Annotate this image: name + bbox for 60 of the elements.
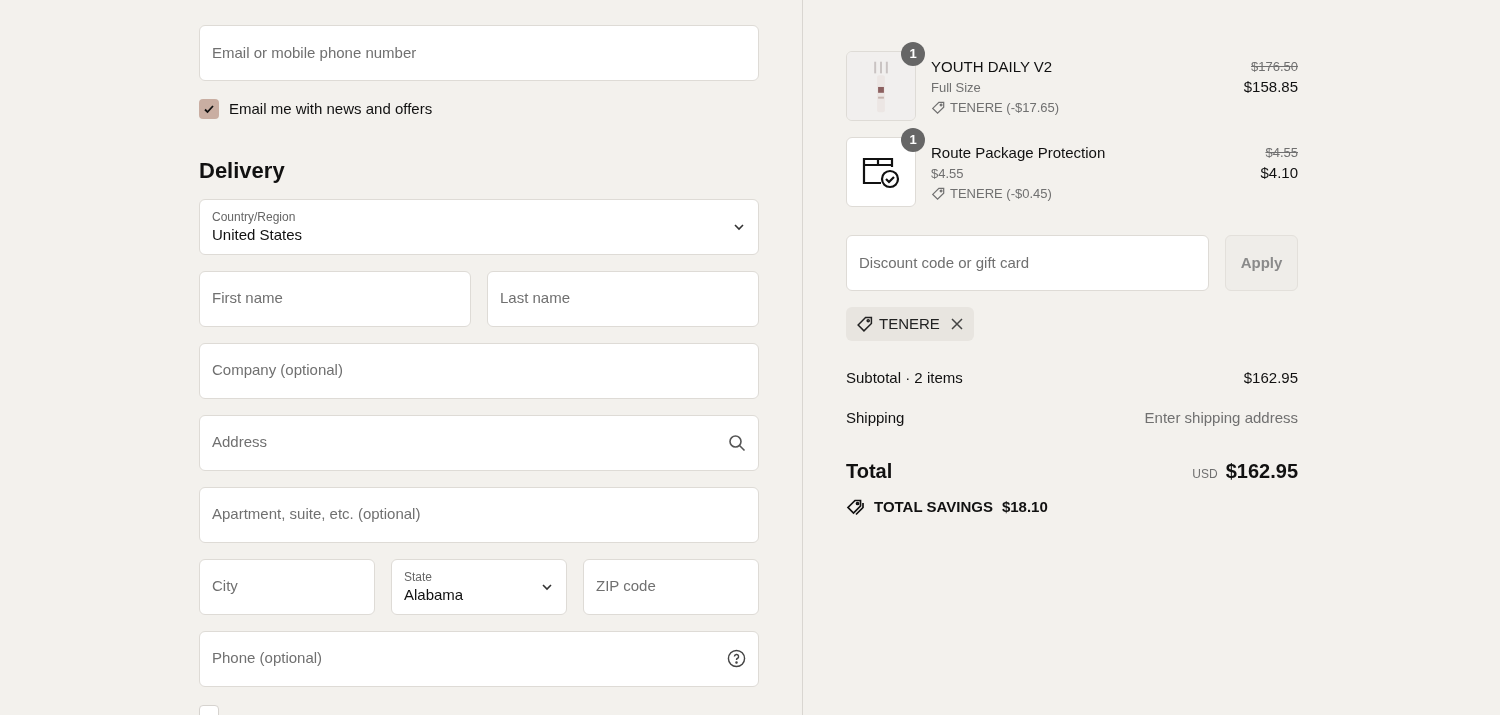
shipping-value: Enter shipping address [1144, 407, 1298, 428]
currency-code: USD [1192, 466, 1218, 483]
original-price: $176.50 [1251, 58, 1298, 76]
close-icon[interactable] [949, 317, 964, 331]
tag-icon [856, 315, 873, 333]
tag-icon [931, 187, 945, 201]
item-name: YOUTH DAILY V2 [931, 57, 1054, 77]
search-icon [728, 433, 746, 452]
checkbox-label: Email me with news and offers [229, 99, 433, 119]
item-name: Route Package Protection [931, 143, 1107, 163]
checkbox[interactable] [199, 99, 219, 120]
discount-code: TENERE [879, 313, 940, 334]
tag-icon [931, 101, 945, 115]
checkmark-icon [203, 103, 215, 116]
savings-value: $18.10 [1001, 497, 1048, 517]
item-price: $158.85 [1243, 77, 1298, 97]
quantity-badge: 1 [901, 42, 925, 66]
discount-label: TENERE (-$17.65) [950, 99, 1060, 117]
field-placeholder: Address [212, 432, 268, 453]
original-price: $4.55 [1265, 144, 1298, 162]
field-value: United States [212, 224, 303, 245]
input-field[interactable]: ZIP code [583, 558, 759, 615]
discount-label: TENERE (-$0.45) [950, 185, 1052, 203]
input-field[interactable]: First name [199, 270, 471, 327]
field-placeholder: First name [212, 288, 283, 309]
discount-field[interactable]: Discount code or gift card [846, 235, 1209, 291]
input-field[interactable]: Email or mobile phone number [199, 25, 759, 81]
field-placeholder: Discount code or gift card [859, 252, 1030, 273]
subtotal-label: Subtotal · 2 items [846, 368, 963, 388]
savings-label: TOTAL SAVINGS [874, 497, 993, 517]
subtotal-value: $162.95 [1243, 368, 1298, 388]
select-field[interactable]: State Alabama [391, 558, 567, 615]
total-value: $162.95 [1225, 459, 1298, 484]
input-field[interactable]: Last name [487, 270, 759, 327]
input-field[interactable]: City [199, 558, 375, 615]
field-placeholder: ZIP code [596, 576, 656, 597]
field-placeholder: Apartment, suite, etc. (optional) [212, 504, 421, 525]
shipping-label: Shipping [846, 407, 905, 428]
section-heading: Delivery [199, 156, 286, 185]
select-field[interactable]: Country/Region United States [199, 198, 759, 255]
field-label: Country/Region [212, 208, 297, 225]
field-placeholder: Last name [500, 288, 571, 309]
item-variant: Full Size [931, 79, 982, 97]
input-field[interactable]: Apartment, suite, etc. (optional) [199, 486, 759, 543]
input-field[interactable]: Address [199, 414, 759, 471]
help-icon [727, 649, 746, 668]
field-placeholder: Phone (optional) [212, 648, 323, 669]
field-value: Alabama [404, 584, 464, 605]
field-label: State [404, 568, 434, 585]
field-placeholder: Company (optional) [212, 360, 343, 381]
package-check-icon [861, 155, 901, 189]
field-placeholder: City [212, 576, 238, 597]
input-field[interactable]: Company (optional) [199, 342, 759, 399]
quantity-badge: 1 [901, 128, 925, 152]
tags-icon [846, 498, 865, 516]
item-variant: $4.55 [931, 165, 965, 183]
item-price: $4.10 [1260, 163, 1298, 183]
total-label: Total [846, 459, 893, 484]
field-placeholder: Email or mobile phone number [212, 42, 417, 63]
input-field[interactable]: Phone (optional) [199, 630, 759, 687]
